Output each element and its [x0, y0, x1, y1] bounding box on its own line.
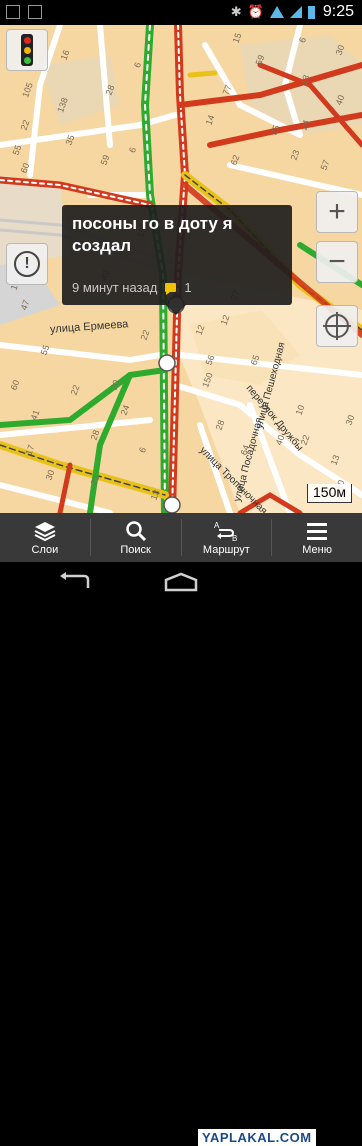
status-bar: ✱ ⏰ 9:25 [0, 0, 362, 25]
svg-text:A: A [214, 521, 220, 530]
popup-time-ago: 9 минут назад [72, 280, 158, 295]
menu-button[interactable]: Меню [272, 513, 362, 562]
wifi-icon [269, 6, 284, 18]
notification-image-icon [28, 5, 42, 19]
zoom-out-button[interactable]: − [316, 241, 358, 283]
menu-icon [307, 522, 328, 540]
bottom-toolbar: Слои Поиск A B Маршрут Меню [0, 513, 362, 562]
location-crosshair-icon [323, 312, 351, 340]
search-label: Поиск [120, 543, 151, 556]
popup-comment-count: 1 [184, 280, 192, 295]
traffic-button[interactable] [6, 29, 48, 71]
my-location-button[interactable] [316, 305, 358, 347]
plus-icon: + [328, 195, 346, 228]
notification-mail-icon [6, 5, 20, 19]
back-icon[interactable] [58, 572, 92, 592]
map-scale: 150м [307, 484, 352, 503]
layers-label: Слои [31, 543, 59, 556]
status-time: 9:25 [322, 3, 354, 20]
search-button[interactable]: Поиск [91, 513, 181, 562]
exclamation-icon: ! [14, 251, 40, 277]
layers-icon [34, 521, 56, 541]
alarm-icon: ⏰ [247, 4, 264, 19]
minus-icon: − [328, 245, 346, 278]
route-button[interactable]: A B Маршрут [182, 513, 272, 562]
popup-meta: 9 минут назад 1 [72, 280, 192, 295]
map-view[interactable]: 1340272216306491384714610513828641030651… [0, 25, 362, 513]
traffic-light-icon [21, 34, 33, 66]
popup-title: посоны го в доту я создал [72, 214, 233, 255]
route-label: Маршрут [202, 543, 250, 556]
signal-icon [289, 6, 302, 18]
layers-button[interactable]: Слои [0, 513, 90, 562]
battery-icon [307, 5, 315, 19]
home-icon[interactable] [163, 572, 199, 592]
watermark: YAPLAKAL.COM [198, 1129, 316, 1146]
system-nav-bar: YAPLAKAL.COM [0, 562, 362, 1146]
route-icon: A B [214, 521, 237, 542]
zoom-in-button[interactable]: + [316, 191, 358, 233]
report-event-button[interactable]: ! [6, 243, 48, 285]
menu-label: Меню [302, 543, 332, 556]
search-icon [125, 520, 146, 541]
bluetooth-icon: ✱ [230, 4, 242, 19]
comment-icon [165, 283, 177, 295]
event-popup[interactable]: посоны го в доту я создал 9 минут назад … [62, 205, 292, 315]
